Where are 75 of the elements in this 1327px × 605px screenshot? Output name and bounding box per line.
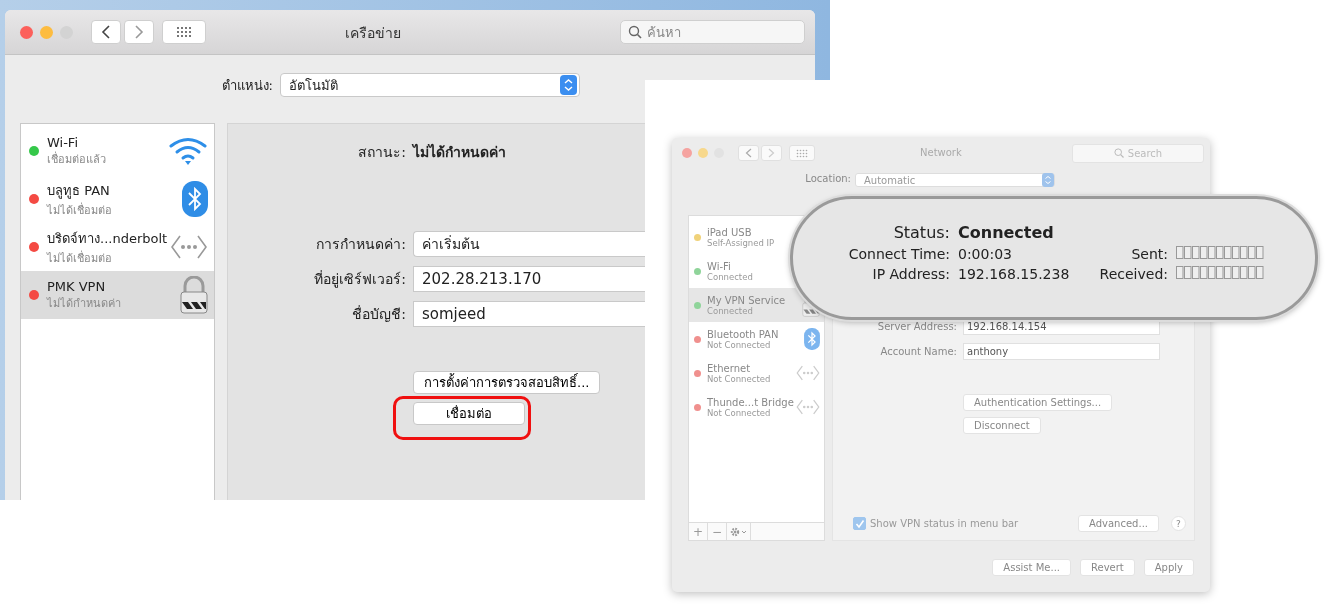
toolbar-button[interactable]: −: [708, 523, 727, 540]
forward-button[interactable]: [124, 20, 154, 44]
service-item[interactable]: Ethernet Not Connected: [689, 356, 824, 390]
toolbar-button[interactable]: +: [689, 523, 708, 540]
location-dropdown[interactable]: Automatic: [855, 173, 1055, 187]
advanced-button[interactable]: Advanced...: [1078, 515, 1159, 532]
status-value: Connected: [958, 223, 1055, 242]
field-label: Account Name:: [879, 346, 957, 357]
grid-icon: [796, 148, 808, 158]
status-label: Status:: [892, 223, 950, 242]
input-field[interactable]: anthony: [963, 343, 1160, 360]
traffic-meter-icon: [1176, 266, 1264, 279]
window-title: เครือข่าย: [345, 24, 401, 43]
field-label: Server Address:: [876, 321, 957, 332]
bluetooth-icon: [804, 328, 820, 350]
wifi-icon: [168, 136, 208, 166]
padlock-icon: [180, 276, 208, 314]
minimize-button[interactable]: [40, 25, 53, 39]
chevron-left-icon: [101, 25, 111, 39]
service-item[interactable]: My VPN Service Connected: [689, 288, 824, 322]
input-field[interactable]: 202.28.213.170: [413, 266, 646, 292]
status-label: สถานะ:: [357, 143, 406, 162]
service-item[interactable]: Thunde...t Bridge Not Connected: [689, 390, 824, 424]
push-button[interactable]: Authentication Settings...: [963, 394, 1113, 411]
status-value: ไม่ได้กำหนดค่า: [413, 143, 506, 162]
show-all-button[interactable]: [789, 145, 815, 161]
minimize-button[interactable]: [698, 148, 708, 158]
field-label: ที่อยู่เซิร์ฟเวอร์:: [313, 269, 406, 290]
info-label: IP Address:: [871, 266, 950, 282]
window-title: Network: [920, 147, 962, 158]
info-value: 192.168.15.238: [958, 266, 1071, 282]
back-button[interactable]: [91, 20, 121, 44]
close-button[interactable]: [20, 25, 33, 39]
stepper-icon: [1042, 173, 1054, 187]
help-button[interactable]: ?: [1171, 516, 1186, 531]
service-item[interactable]: บลูทูธ PAN ไม่ได้เชื่อมต่อ: [21, 175, 214, 223]
push-button[interactable]: Disconnect: [963, 417, 1041, 434]
bluetooth-icon: [182, 181, 208, 217]
search-icon: [628, 25, 642, 39]
close-button[interactable]: [682, 148, 692, 158]
stepper-icon: [560, 75, 577, 95]
location-dropdown[interactable]: อัตโนมัติ: [280, 73, 580, 97]
info-value: 0:00:03: [958, 246, 1013, 262]
push-button[interactable]: การตั้งค่าการตรวจสอบสิทธิ์...: [413, 371, 601, 394]
field-label: ชื่อบัญชี:: [351, 304, 406, 324]
configuration-dropdown[interactable]: ค่าเริ่มต้น: [413, 231, 646, 257]
chevron-right-icon: [768, 148, 775, 158]
forward-button[interactable]: [761, 145, 782, 161]
location-label: Location:: [804, 173, 852, 184]
info-label: Connect Time:: [847, 246, 950, 262]
service-item[interactable]: บริดจ์ทาง...nderbolt ไม่ได้เชื่อมต่อ: [21, 223, 214, 271]
traffic-label: Sent:: [1130, 246, 1168, 262]
service-item[interactable]: Bluetooth PAN Not Connected: [689, 322, 824, 356]
ethernet-icon: [170, 234, 208, 260]
back-button[interactable]: [738, 145, 759, 161]
search-icon: [1113, 148, 1124, 158]
show-status-checkbox[interactable]: Show VPN status in menu bar: [853, 517, 1019, 530]
location-label: ตำแหน่ง:: [220, 76, 274, 95]
chevron-right-icon: [134, 25, 144, 39]
push-button[interactable]: Revert: [1080, 559, 1135, 576]
push-button[interactable]: Assist Me...: [992, 559, 1071, 576]
traffic-meter-icon: [1176, 246, 1264, 259]
traffic-label: Received:: [1098, 266, 1168, 282]
show-all-button[interactable]: [162, 20, 206, 44]
service-item[interactable]: PMK VPN ไม่ได้กำหนดค่า: [21, 271, 214, 319]
ethernet-icon: [796, 398, 820, 416]
service-item[interactable]: Wi-Fi เชื่อมต่อแล้ว: [21, 127, 214, 175]
field-label: การกำหนดค่า:: [315, 235, 406, 254]
push-button[interactable]: เชื่อมต่อ: [413, 402, 525, 425]
push-button[interactable]: Apply: [1143, 559, 1194, 576]
ethernet-icon: [796, 364, 820, 382]
input-field[interactable]: somjeed: [413, 301, 646, 327]
search-field[interactable]: ค้นหา: [620, 20, 805, 44]
chevron-left-icon: [745, 148, 752, 158]
grid-icon: [176, 26, 192, 38]
